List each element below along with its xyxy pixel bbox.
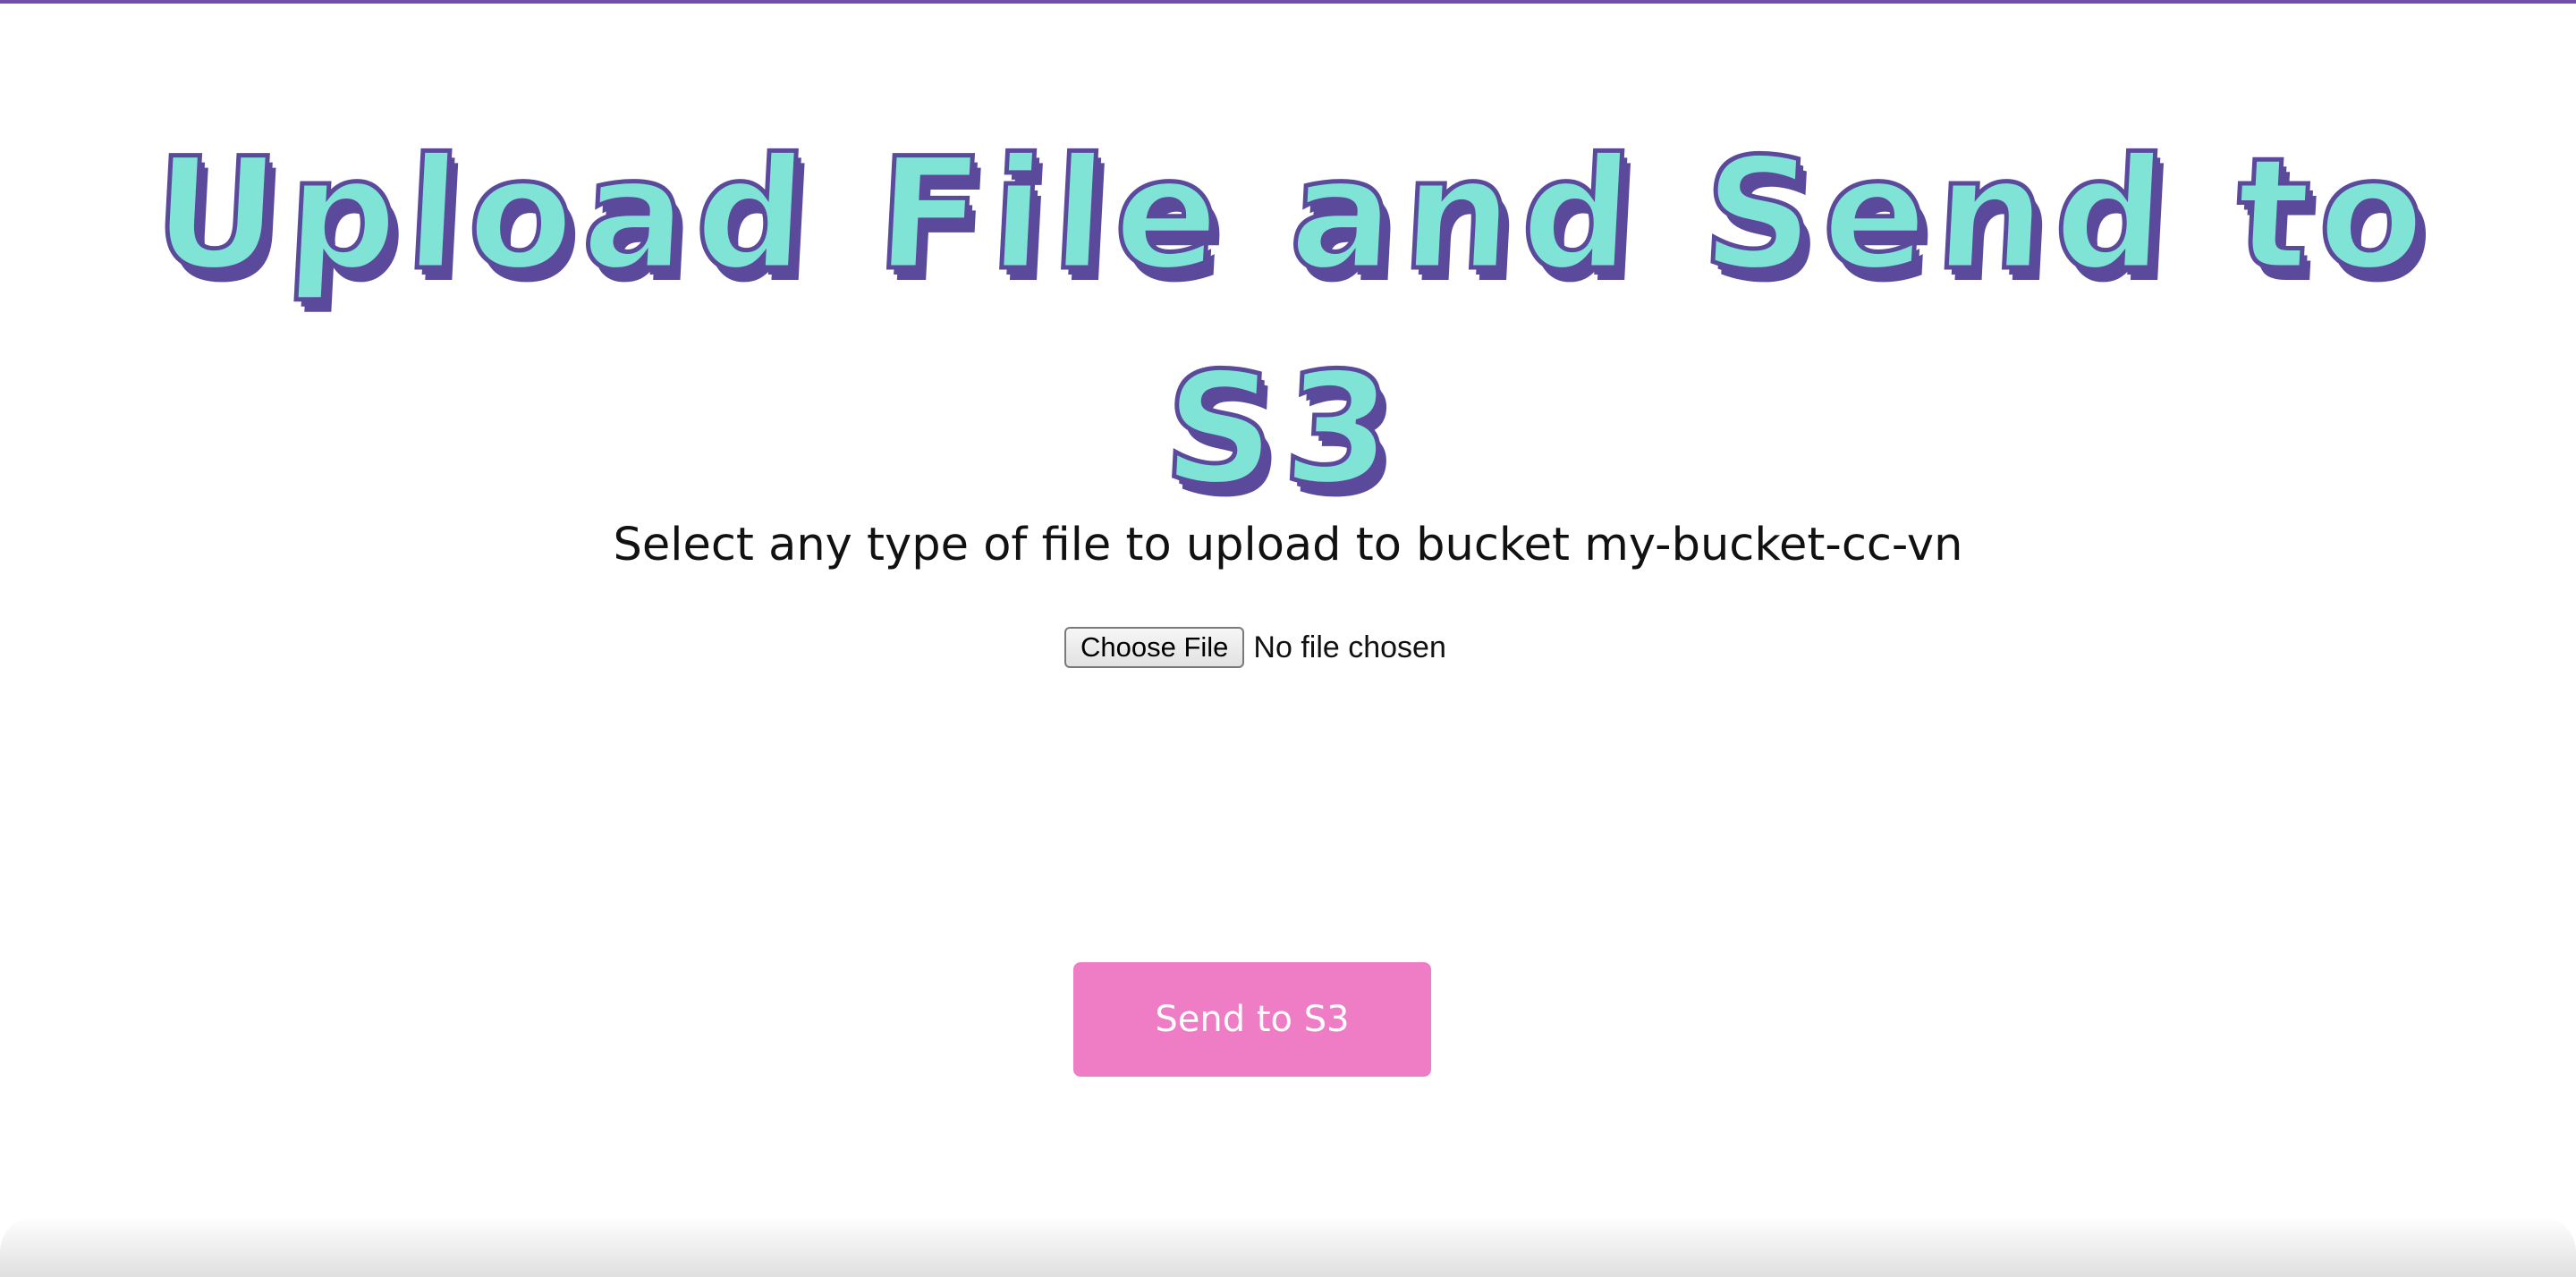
send-to-s3-button[interactable]: Send to S3: [1073, 962, 1431, 1077]
upload-instruction: Select any type of file to upload to buc…: [0, 514, 2576, 577]
page: Upload File and Send to S3 Select any ty…: [0, 0, 2576, 1277]
choose-file-button[interactable]: Choose File: [1064, 627, 1245, 668]
page-title: Upload File and Send to S3: [147, 123, 2440, 521]
file-input[interactable]: Choose File No file chosen: [1064, 626, 1446, 669]
title-container: Upload File and Send to S3: [0, 107, 2576, 521]
instruction-text: Select any type of file to upload to buc…: [613, 519, 1585, 571]
bottom-shadow: [0, 1216, 2576, 1277]
top-accent-border: [0, 0, 2576, 4]
bucket-name: my-bucket-cc-vn: [1584, 519, 1963, 571]
file-status-text: No file chosen: [1253, 630, 1446, 664]
